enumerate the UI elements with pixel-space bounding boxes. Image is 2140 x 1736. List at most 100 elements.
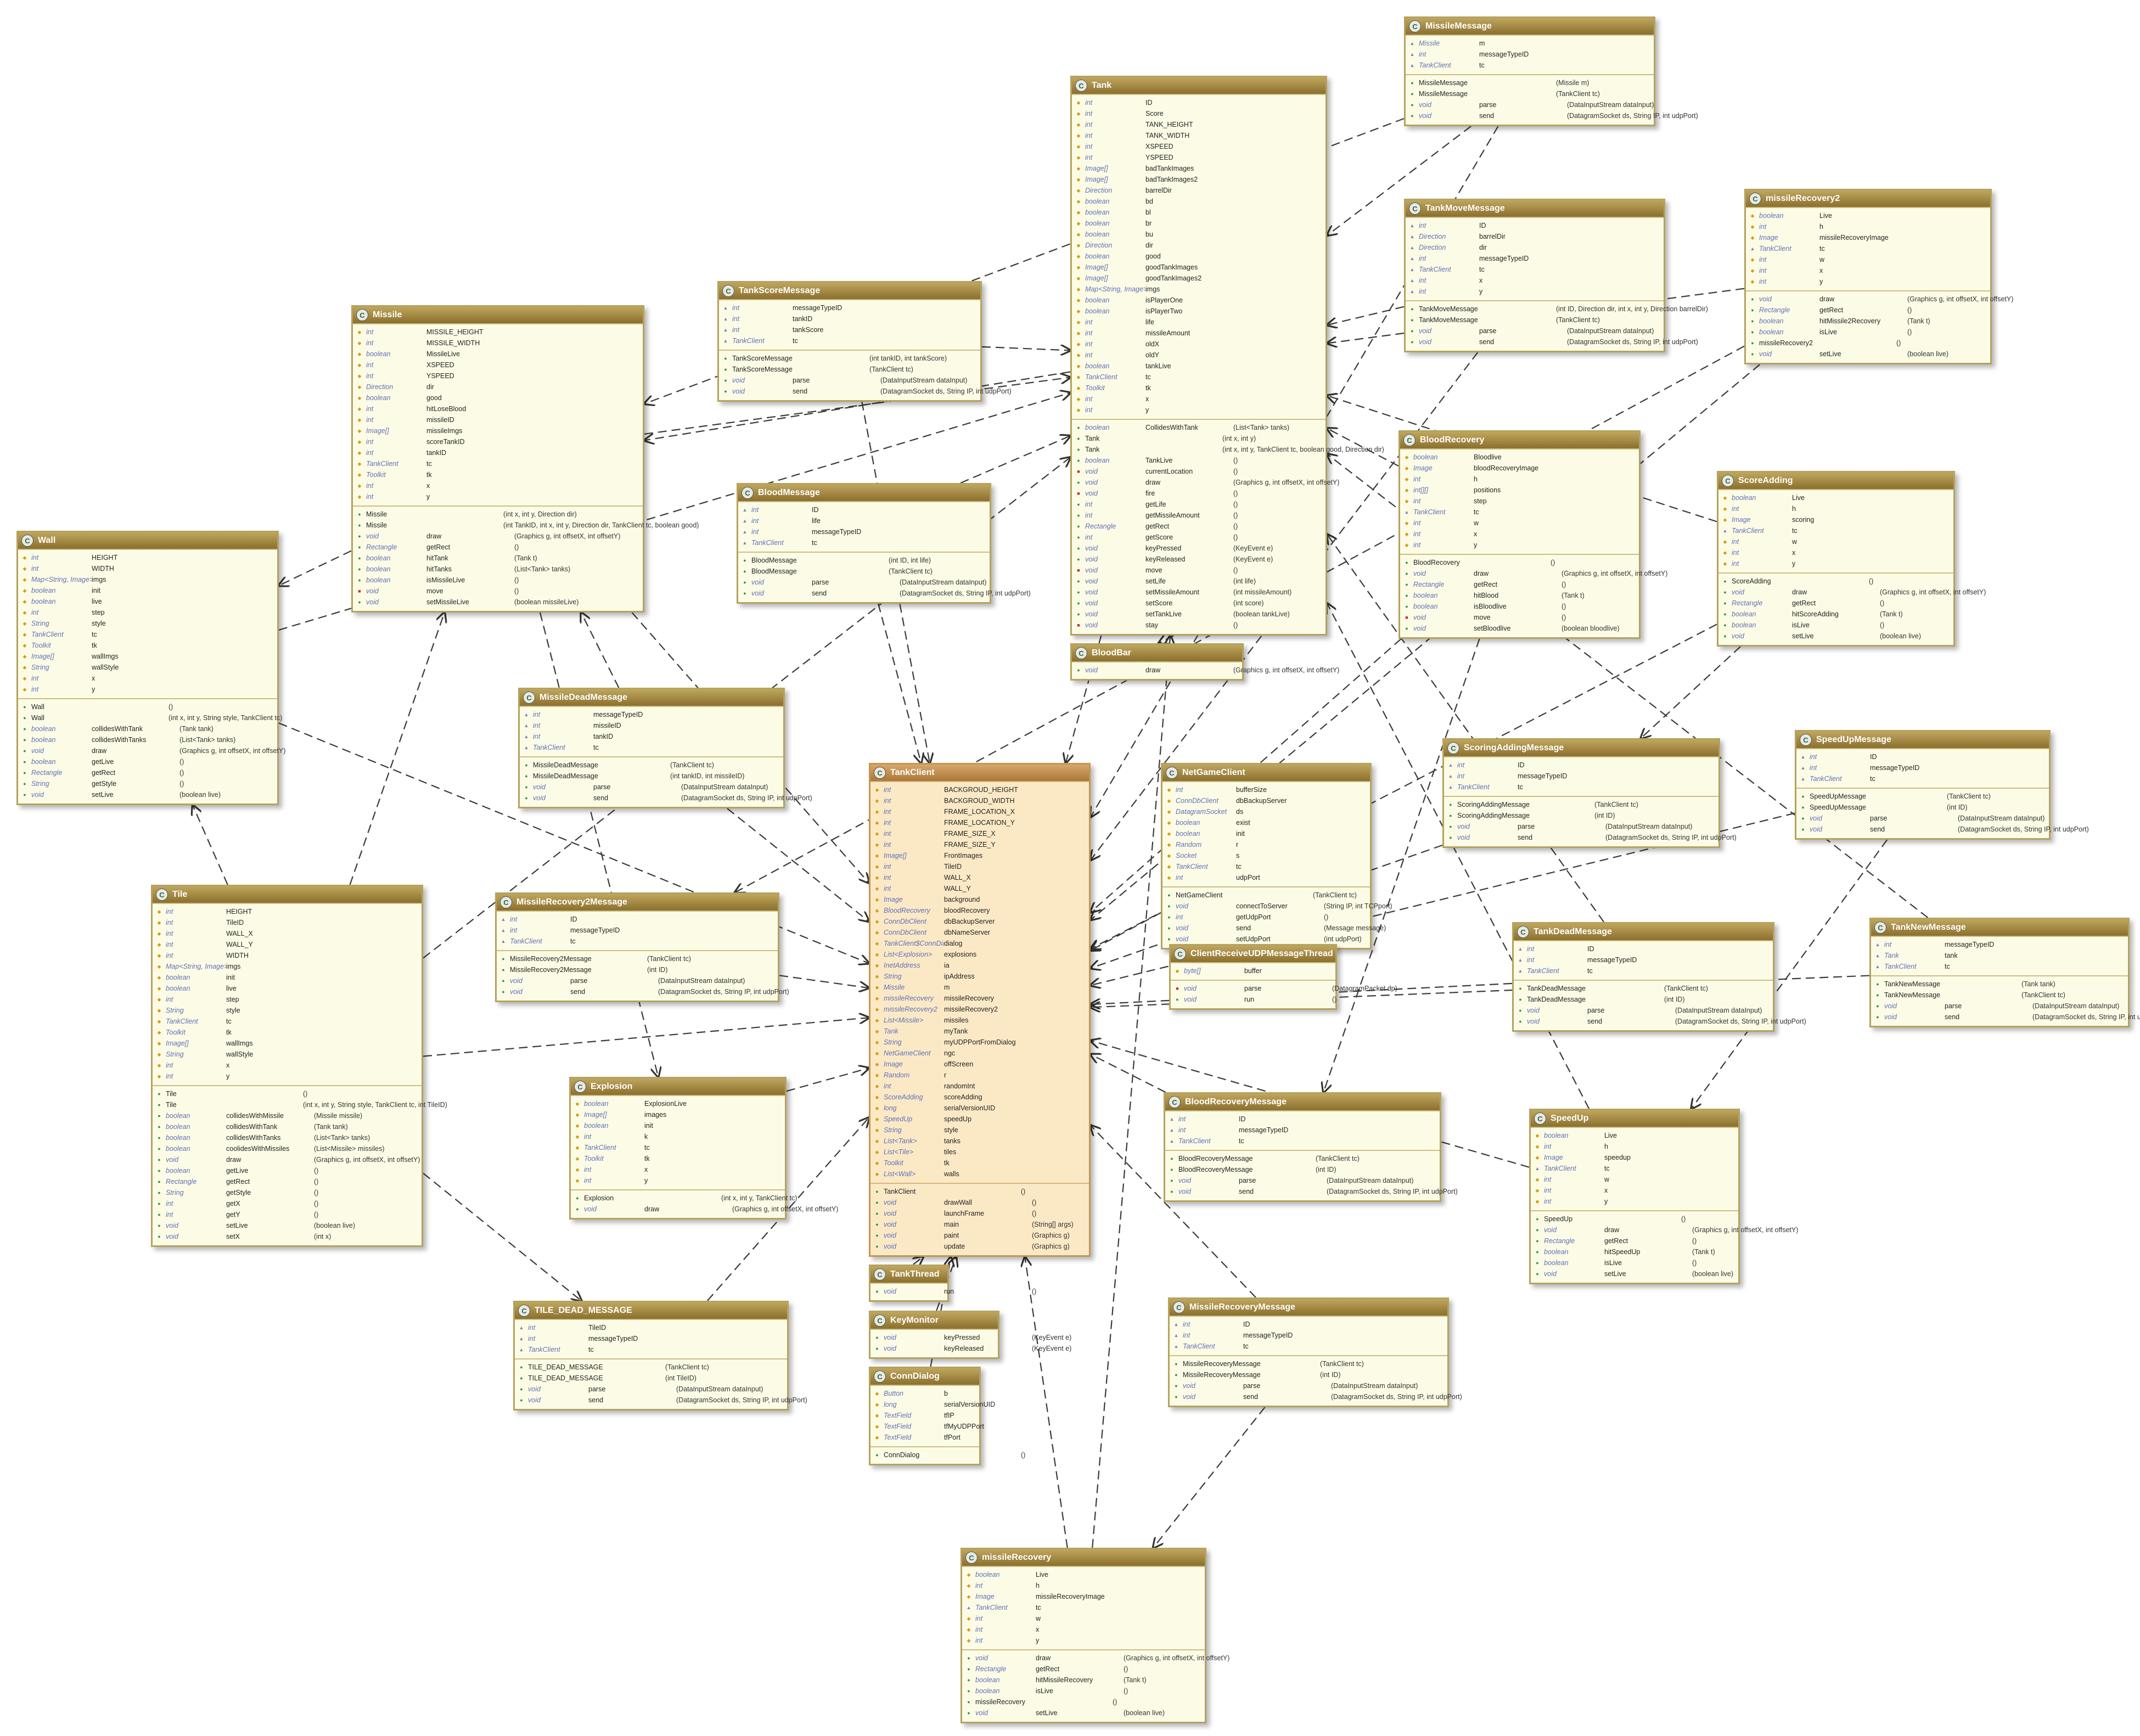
field-row: ◆ int missileID — [353, 414, 643, 425]
method-row: ● boolean hitMissileRecovery (Tank t) — [962, 1675, 1205, 1686]
class-header: C ClientReceiveUDPMessageThread — [1171, 946, 1335, 962]
class-box-client-receive-udpmessage-thread[interactable]: C ClientReceiveUDPMessageThread ◆ byte[] buf… — [1169, 944, 1397, 1010]
class-box-missile-recovery2message[interactable]: C MissileRecovery2Message ▲ int ID ▲ int messag… — [495, 892, 789, 1002]
class-name: Explosion — [591, 1082, 633, 1091]
visibility-pub-icon: ● — [358, 599, 361, 605]
class-box-speed-up-message[interactable]: C SpeedUpMessage ▲ int ID ▲ int messageTypeID ▲ T… — [1795, 730, 2089, 840]
visibility-pkg-icon: ▲ — [1518, 968, 1523, 974]
method-name: draw — [226, 1156, 241, 1164]
class-box-missile-message[interactable]: C MissileMessage ▲ Missile m ▲ int messageTypeI… — [1404, 16, 1698, 126]
field-type: long — [884, 1401, 897, 1408]
class-box-tile-dead-message[interactable]: C TILE_DEAD_MESSAGE ▲ int TileID ▲ int messageT… — [513, 1301, 807, 1411]
field-name: dir — [426, 383, 434, 391]
class-box-tank-new-message[interactable]: C TankNewMessage ▲ int messageTypeID ▲ Tank tan… — [1869, 918, 2140, 1027]
visibility-pub-icon: ● — [358, 544, 361, 550]
class-box-tile[interactable]: C Tile ◆ int HEIGHT ◆ int TileID ◆ int WALL_X ◆ int W… — [151, 885, 447, 1247]
methods-section: ● SpeedUp() ● void draw (Graphics g, int offs… — [1531, 1210, 1798, 1283]
visibility-pub-icon: ● — [1077, 611, 1080, 617]
method-name: getY — [226, 1211, 240, 1218]
visibility-pro-icon: ◆ — [575, 1144, 580, 1150]
fields-section: ◆ Button b ◆ long serialVersionUID ◆ TextField t… — [870, 1385, 995, 1446]
method-name: hitTank — [426, 554, 448, 562]
class-box-tank[interactable]: C Tank ◆ int ID ◆ int Score ◆ int TANK_HEIGHT ◆ int T… — [1070, 76, 1384, 636]
field-type: int — [732, 315, 740, 323]
class-box-missile-recovery[interactable]: CmissileRecovery ◆ boolean Live ◆ int h ◆ Image m… — [961, 1548, 1229, 1723]
field-type: int — [1183, 1332, 1190, 1339]
visibility-pro-icon: ◆ — [23, 686, 27, 692]
class-icon: C — [1517, 926, 1529, 938]
method-return-type: boolean — [1732, 610, 1756, 618]
class-box-missile[interactable]: C Missile ◆ int MISSILE_HEIGHT ◆ int MISSILE_WI… — [351, 305, 699, 613]
class-box-score-adding[interactable]: C ScoreAdding ◆ boolean Live ◆ int h ◆ Image scori… — [1717, 471, 1986, 647]
field-row: ◆ int h — [1400, 474, 1639, 485]
class-box-net-game-client[interactable]: C NetGameClient ◆ int bufferSize ◆ ConnDbClien… — [1161, 763, 1392, 950]
field-type: int — [533, 711, 541, 718]
visibility-pub-icon: ● — [875, 1211, 879, 1216]
class-box-blood-bar[interactable]: C BloodBar ● void draw (Graphics g, int offse… — [1070, 643, 1339, 681]
class-box-missile-recovery2[interactable]: CmissileRecovery2 ◆ boolean Live ◆ int h ◆ Image… — [1744, 189, 2013, 364]
method-name: parse — [1239, 1177, 1256, 1184]
class-box-blood-recovery[interactable]: C BloodRecovery ◆ boolean Bloodlive ◆ Image blo… — [1398, 430, 1667, 639]
class-box-missile-recovery-message[interactable]: C MissileRecoveryMessage ▲ int ID ▲ int message… — [1168, 1297, 1462, 1407]
visibility-pro-icon: ◆ — [1535, 1187, 1540, 1193]
class-box-speed-up[interactable]: C SpeedUp ◆ boolean Live ◆ int h ◆ Image speedup ▲ T… — [1529, 1109, 1798, 1284]
class-box-explosion[interactable]: C Explosion ◆ boolean ExplosionLive ◆ Image[] i… — [569, 1077, 838, 1220]
visibility-pkg-icon: ▲ — [966, 1605, 971, 1610]
field-type: int — [510, 915, 518, 923]
field-name: messageTypeID — [1479, 50, 1529, 58]
method-row: ● void parse (DataInputStream dataInput) — [497, 975, 778, 986]
visibility-pub-icon: ● — [358, 533, 361, 539]
field-name: life — [1145, 318, 1154, 326]
visibility-pub-icon: ● — [743, 558, 746, 563]
visibility-pro-icon: ◆ — [875, 841, 879, 847]
class-box-conn-dialog[interactable]: C ConnDialog ◆ Button b ◆ long serialVersionUID… — [869, 1367, 1025, 1465]
method-params: (int score) — [1233, 599, 1264, 607]
visibility-pro-icon: ◆ — [1076, 121, 1081, 127]
class-box-missile-dead-message[interactable]: C MissileDeadMessage ▲ int messageTypeID ▲ int… — [518, 688, 812, 808]
visibility-pub-icon: ● — [1077, 447, 1080, 452]
class-box-tank-dead-message[interactable]: C TankDeadMessage ▲ int ID ▲ int messageTypeID ▲… — [1512, 922, 1806, 1032]
class-box-key-monitor[interactable]: C KeyMonitor ● void keyPressed (KeyEvent e) ● v… — [869, 1311, 1071, 1359]
field-type: boolean — [1085, 231, 1110, 238]
visibility-pub-icon: ● — [1167, 925, 1171, 931]
visibility-pkg-icon: ▲ — [1750, 246, 1755, 251]
method-row: ● void setLive (boolean live) — [962, 1707, 1205, 1718]
field-type: boolean — [1759, 212, 1784, 220]
class-header: C BloodMessage — [738, 485, 990, 501]
visibility-pro-icon: ◆ — [357, 460, 362, 467]
method-return-type: boolean — [1759, 317, 1784, 325]
method-return-type: void — [166, 1222, 178, 1229]
method-name: parse — [1244, 985, 1262, 992]
field-type: TankClient — [1419, 61, 1451, 69]
methods-section: ● TankDeadMessage (TankClient tc) ● TankDead… — [1514, 980, 1806, 1030]
class-box-tank-thread[interactable]: C TankThread ● void run() — [869, 1265, 1036, 1302]
methods-section: ● TankNewMessage (Tank tank) ● TankNewMessag… — [1871, 975, 2140, 1026]
class-name: MissileRecovery2Message — [516, 897, 627, 907]
field-type: Image[] — [366, 427, 389, 435]
class-box-scoring-adding-message[interactable]: C ScoringAddingMessage ▲ int ID ▲ int messageTy… — [1442, 738, 1737, 848]
method-return-type: boolean — [166, 1145, 190, 1153]
field-type: int — [366, 405, 374, 413]
method-params: (Graphics g, int offsetX, int offsetY) — [1692, 1226, 1799, 1234]
method-return-type: boolean — [975, 1676, 1000, 1684]
class-box-tank-score-message[interactable]: C TankScoreMessage ▲ int messageTypeID ▲ int ta… — [717, 281, 1012, 402]
method-name: launchFrame — [944, 1210, 984, 1217]
method-return-type: void — [1544, 1270, 1557, 1278]
field-type: boolean — [584, 1100, 609, 1108]
field-type: int — [1085, 351, 1093, 359]
class-box-blood-message[interactable]: C BloodMessage ▲ int ID ▲ int life ▲ int messageTy… — [737, 483, 1031, 604]
class-header: C TankScoreMessage — [719, 283, 980, 299]
class-box-tank-client[interactable]: C TankClient ◆ int BACKGROUD_HEIGHT ◆ int BACKG… — [869, 763, 1091, 1257]
field-type: int — [1419, 288, 1426, 295]
visibility-pro-icon: ◆ — [157, 930, 161, 936]
field-row: ◆ String wallStyle — [18, 662, 277, 673]
visibility-pro-icon: ◆ — [1076, 297, 1081, 303]
constructor-name: BloodRecovery — [1413, 559, 1460, 566]
method-return-type: void — [975, 1654, 988, 1662]
visibility-pro-icon: ◆ — [357, 329, 362, 335]
field-row: ▲ int messageTypeID — [1170, 1330, 1447, 1341]
method-params: () — [1562, 581, 1566, 588]
class-box-tank-move-message[interactable]: C TankMoveMessage ▲ int ID ▲ Direction barrelDi… — [1404, 199, 1708, 352]
class-box-wall[interactable]: C Wall ◆ int HEIGHT ◆ int WIDTH ◆ Map<String, Ima… — [16, 531, 285, 805]
class-box-blood-recovery-message[interactable]: C BloodRecoveryMessage ▲ int ID ▲ int messageTy… — [1164, 1092, 1458, 1202]
